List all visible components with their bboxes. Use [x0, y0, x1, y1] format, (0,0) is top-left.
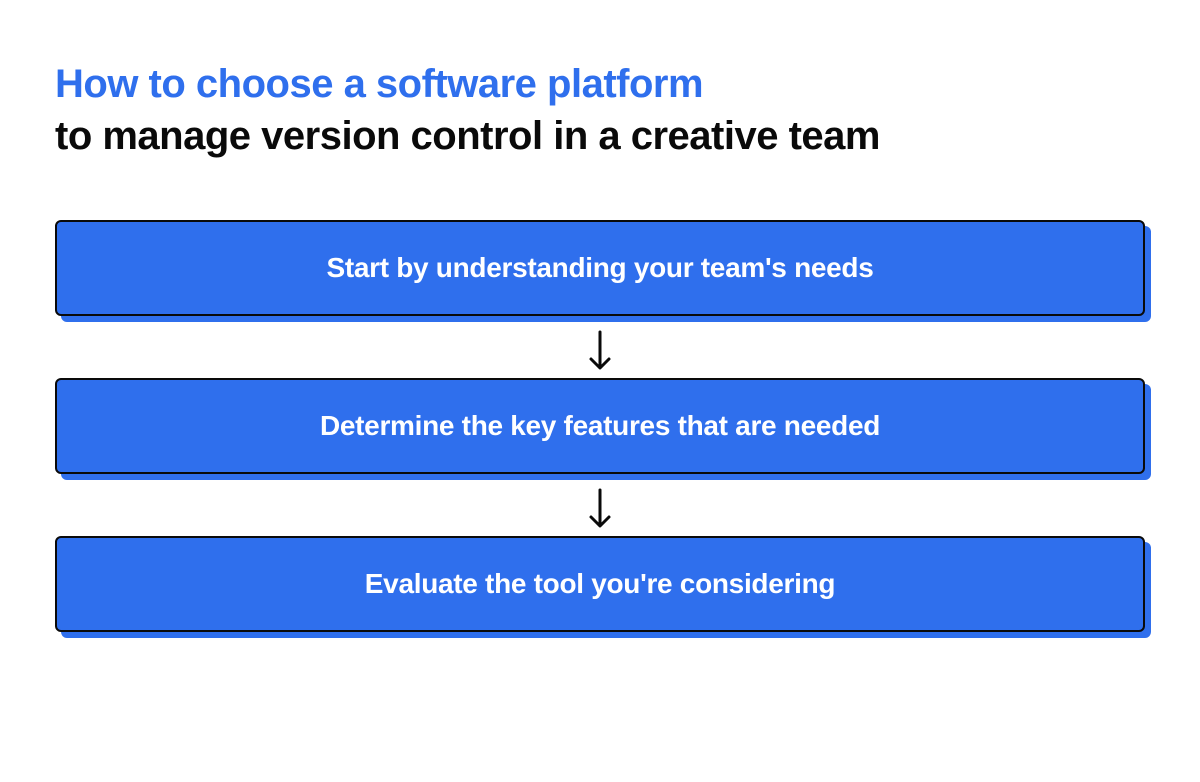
step-box: Start by understanding your team's needs: [55, 220, 1145, 316]
title-line-2: to manage version control in a creative …: [55, 112, 1145, 160]
step-2: Determine the key features that are need…: [55, 378, 1145, 474]
step-label: Evaluate the tool you're considering: [365, 568, 835, 600]
step-label: Determine the key features that are need…: [320, 410, 880, 442]
step-3: Evaluate the tool you're considering: [55, 536, 1145, 632]
step-1: Start by understanding your team's needs: [55, 220, 1145, 316]
title-line-1: How to choose a software platform: [55, 60, 1145, 108]
flow-diagram: Start by understanding your team's needs…: [55, 220, 1145, 632]
arrow-down-icon: [586, 474, 614, 536]
step-box: Evaluate the tool you're considering: [55, 536, 1145, 632]
step-label: Start by understanding your team's needs: [326, 252, 873, 284]
arrow-down-icon: [586, 316, 614, 378]
diagram-title: How to choose a software platform to man…: [55, 60, 1145, 160]
step-box: Determine the key features that are need…: [55, 378, 1145, 474]
